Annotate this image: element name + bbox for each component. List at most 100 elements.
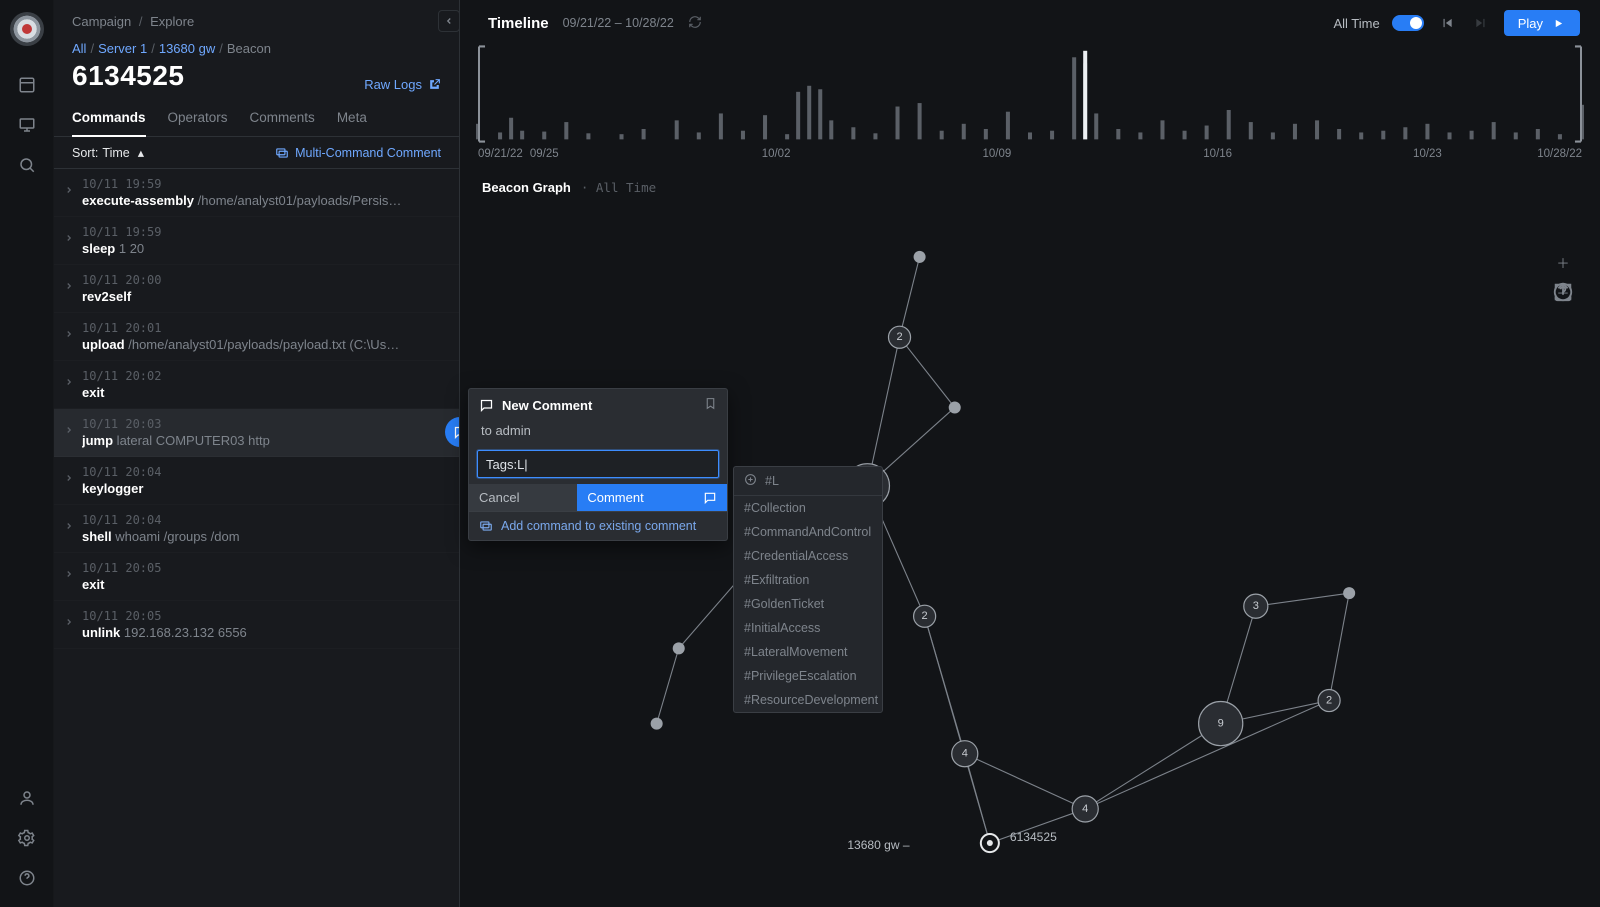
tag-option[interactable]: #Exfiltration <box>734 568 882 592</box>
command-row[interactable]: 10/11 20:05 unlink 192.168.23.132 6556 <box>54 601 459 649</box>
comment-icon <box>479 398 494 413</box>
popup-title: New Comment <box>502 398 592 413</box>
command-line: unlink 192.168.23.132 6556 <box>82 625 441 640</box>
cancel-button[interactable]: Cancel <box>469 484 577 511</box>
tag-option[interactable]: #InitialAccess <box>734 616 882 640</box>
crumb-server[interactable]: Server 1 <box>98 41 147 56</box>
command-row[interactable]: 10/11 20:05 exit <box>54 553 459 601</box>
user-icon[interactable] <box>16 787 38 809</box>
popup-body: to admin <box>469 421 727 446</box>
command-line: keylogger <box>82 481 441 496</box>
command-line: exit <box>82 385 441 400</box>
bookmark-icon[interactable] <box>704 397 717 413</box>
sort-direction-icon[interactable]: ▴ <box>138 145 144 160</box>
refresh-icon[interactable] <box>688 15 702 32</box>
svg-text:6134525: 6134525 <box>1010 830 1057 844</box>
collapse-panel-icon[interactable] <box>438 10 460 32</box>
command-row[interactable]: 10/11 19:59 execute-assembly /home/analy… <box>54 169 459 217</box>
tag-option[interactable]: #PrivilegeEscalation <box>734 664 882 688</box>
chevron-right-icon[interactable] <box>64 519 74 534</box>
command-row[interactable]: 10/11 19:59 sleep 1 20 <box>54 217 459 265</box>
timeline-range: 09/21/22 – 10/28/22 <box>563 16 674 30</box>
command-meta: 10/11 20:05 <box>82 609 441 623</box>
tab-comments[interactable]: Comments <box>250 110 315 136</box>
tag-option[interactable]: #Collection <box>734 496 882 520</box>
graph-subtitle: · All Time <box>581 180 656 195</box>
timeline-tick: 10/28/22 <box>1537 148 1582 160</box>
inline-comment-button[interactable] <box>445 417 459 447</box>
sort-bar: Sort: Time ▴ Multi-Command Comment <box>54 137 459 169</box>
add-to-existing-link[interactable]: Add command to existing comment <box>469 511 727 540</box>
command-row[interactable]: 10/11 20:01 upload /home/analyst01/paylo… <box>54 313 459 361</box>
tag-option[interactable]: #ResourceDevelopment <box>734 688 882 712</box>
crumb-campaign[interactable]: Campaign <box>72 14 131 29</box>
tag-add-row[interactable]: #L <box>734 467 882 496</box>
tab-meta[interactable]: Meta <box>337 110 367 136</box>
skip-forward-icon[interactable] <box>1470 12 1492 34</box>
timeline-chart[interactable] <box>478 40 1582 148</box>
tag-option[interactable]: #GoldenTicket <box>734 592 882 616</box>
chevron-right-icon[interactable] <box>64 375 74 390</box>
chevron-right-icon[interactable] <box>64 183 74 198</box>
command-row[interactable]: 10/11 20:04 keylogger <box>54 457 459 505</box>
tag-dropdown[interactable]: #L #Collection#CommandAndControl#Credent… <box>733 466 883 713</box>
crumb-all[interactable]: All <box>72 41 86 56</box>
crumb-host[interactable]: 13680 gw <box>159 41 215 56</box>
breadcrumb: Campaign / Explore <box>54 0 459 29</box>
export-icon[interactable] <box>1552 347 1574 369</box>
chevron-right-icon[interactable] <box>64 231 74 246</box>
graph-controls: ＋ － <box>1552 215 1574 369</box>
command-line: sleep 1 20 <box>82 241 441 256</box>
command-row[interactable]: 10/11 20:04 shell whoami /groups /dom <box>54 505 459 553</box>
command-meta: 10/11 20:05 <box>82 561 441 575</box>
chevron-right-icon[interactable] <box>64 615 74 630</box>
tab-commands[interactable]: Commands <box>72 110 146 137</box>
tag-option[interactable]: #CredentialAccess <box>734 544 882 568</box>
dashboard-icon[interactable] <box>16 74 38 96</box>
svg-text:4: 4 <box>962 748 968 760</box>
chevron-right-icon[interactable] <box>64 471 74 486</box>
tag-option[interactable]: #LateralMovement <box>734 640 882 664</box>
play-button[interactable]: Play <box>1504 10 1580 36</box>
command-row[interactable]: 10/11 20:02 exit <box>54 361 459 409</box>
command-row[interactable]: 10/11 20:03 jump lateral COMPUTER03 http <box>54 409 459 457</box>
multi-command-comment-button[interactable]: Multi-Command Comment <box>275 146 441 160</box>
command-meta: 10/11 19:59 <box>82 177 441 191</box>
send-comment-icon <box>703 491 717 505</box>
tab-operators[interactable]: Operators <box>168 110 228 136</box>
all-time-toggle[interactable] <box>1392 15 1424 31</box>
command-line: exit <box>82 577 441 592</box>
gear-icon[interactable] <box>16 827 38 849</box>
command-meta: 10/11 20:02 <box>82 369 441 383</box>
timeline-tick: 09/21/22 <box>478 148 523 160</box>
chevron-right-icon[interactable] <box>64 279 74 294</box>
chevron-right-icon[interactable] <box>64 423 74 438</box>
page-title: 6134525 <box>72 60 185 92</box>
crumb-explore[interactable]: Explore <box>150 14 194 29</box>
command-meta: 10/11 20:03 <box>82 417 441 431</box>
app-logo[interactable] <box>10 12 44 46</box>
icon-rail <box>0 0 54 907</box>
search-icon[interactable] <box>16 154 38 176</box>
command-row[interactable]: 10/11 20:00 rev2self <box>54 265 459 313</box>
comment-button[interactable]: Comment <box>577 484 727 511</box>
tag-option[interactable]: #CommandAndControl <box>734 520 882 544</box>
sort-value[interactable]: Time <box>102 146 129 160</box>
timeline-header: Timeline 09/21/22 – 10/28/22 All Time Pl… <box>460 0 1600 40</box>
play-icon <box>1553 18 1564 29</box>
timeline-tick: 10/16 <box>1203 148 1232 160</box>
crumb-beacon: Beacon <box>227 41 271 56</box>
help-icon[interactable] <box>16 867 38 889</box>
skip-back-icon[interactable] <box>1436 12 1458 34</box>
tags-input[interactable]: Tags:L| <box>477 450 719 478</box>
graph-header: Beacon Graph · All Time <box>460 166 1600 209</box>
beacon-graph[interactable]: 2824493213680 gw –6134525 ＋ － <box>478 209 1582 897</box>
timeline-axis: 09/21/2209/2510/0210/0910/1610/2310/28/2… <box>478 148 1582 166</box>
chevron-right-icon[interactable] <box>64 327 74 342</box>
breadcrumb-path: All/Server 1/13680 gw/Beacon <box>54 29 459 56</box>
presentation-icon[interactable] <box>16 114 38 136</box>
chevron-right-icon[interactable] <box>64 567 74 582</box>
svg-text:2: 2 <box>896 331 902 343</box>
raw-logs-link[interactable]: Raw Logs <box>364 77 441 92</box>
command-list[interactable]: 10/11 19:59 execute-assembly /home/analy… <box>54 169 459 907</box>
